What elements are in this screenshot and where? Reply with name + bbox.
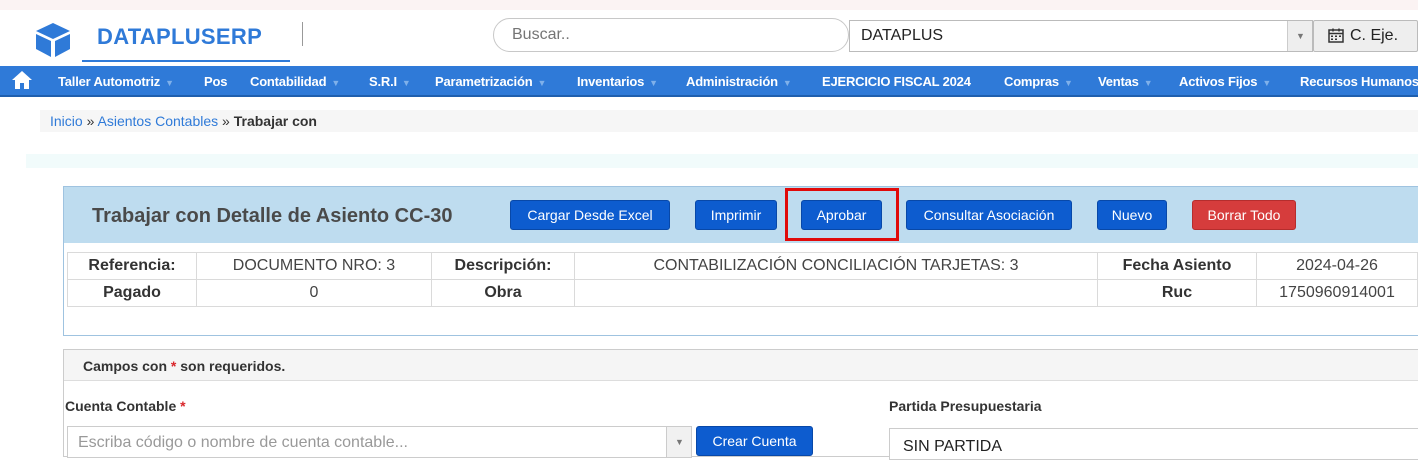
nav-item-ventas[interactable]: Ventas ▼ — [1098, 74, 1153, 89]
main-nav: Taller Automotriz ▼ Pos Contabilidad ▼ S.R… — [0, 66, 1418, 97]
table-row: Pagado 0 Obra Ruc 1750960914001 — [67, 279, 1418, 307]
referencia-value: DOCUMENTO NRO: 3 — [196, 252, 432, 280]
chevron-down-icon: ▼ — [165, 78, 174, 88]
fecha-asiento-value: 2024-04-26 — [1256, 252, 1418, 280]
chevron-down-icon: ▼ — [675, 437, 684, 447]
referencia-label: Referencia: — [67, 252, 197, 280]
chevron-down-icon: ▼ — [649, 78, 658, 88]
breadcrumb-separator: » — [222, 113, 230, 129]
print-button[interactable]: Imprimir — [695, 200, 777, 230]
new-button[interactable]: Nuevo — [1097, 200, 1167, 230]
chevron-down-icon: ▼ — [1063, 78, 1073, 88]
nav-item-pos[interactable]: Pos — [204, 74, 227, 89]
asiento-info-table: Referencia: DOCUMENTO NRO: 3 Descripción… — [67, 252, 1418, 307]
brand-underline — [82, 60, 290, 62]
chevron-down-icon: ▼ — [1262, 78, 1272, 88]
breadcrumb-current: Trabajar con — [233, 113, 317, 129]
nav-item-administracion[interactable]: Administración ▼ — [686, 74, 792, 89]
table-row: Referencia: DOCUMENTO NRO: 3 Descripción… — [67, 252, 1418, 280]
cuenta-contable-select[interactable]: Escriba código o nombre de cuenta contab… — [67, 426, 692, 458]
load-from-excel-button[interactable]: Cargar Desde Excel — [510, 200, 670, 230]
approve-highlight-box — [785, 188, 899, 241]
obra-label: Obra — [431, 279, 575, 307]
nav-item-activos-fijos[interactable]: Activos Fijos ▼ — [1179, 74, 1271, 89]
chevron-down-icon: ▼ — [331, 78, 341, 88]
chevron-down-icon: ▼ — [1143, 78, 1153, 88]
nav-item-sri[interactable]: S.R.I ▼ — [369, 74, 411, 89]
partida-presupuestaria-select[interactable]: SIN PARTIDA — [889, 428, 1418, 460]
nav-item-compras[interactable]: Compras ▼ — [1004, 74, 1073, 89]
chevron-down-icon: ▼ — [782, 78, 792, 88]
brand-name[interactable]: DATAPLUSERP — [97, 24, 262, 50]
cuenta-select-toggle[interactable]: ▼ — [666, 427, 691, 457]
chevron-down-icon: ▼ — [1296, 31, 1305, 41]
nav-item-taller-automotriz[interactable]: Taller Automotriz ▼ — [58, 74, 174, 89]
breadcrumb: Inicio » Asientos Contables » Trabajar c… — [50, 113, 317, 129]
page-title: Trabajar con Detalle de Asiento CC-30 — [92, 205, 453, 227]
create-account-button[interactable]: Crear Cuenta — [696, 426, 813, 456]
descripcion-label: Descripción: — [431, 252, 575, 280]
nav-item-parametrizacion[interactable]: Parametrización ▼ — [435, 74, 546, 89]
partida-presupuestaria-label: Partida Presupuestaria — [889, 398, 1042, 414]
top-strip — [0, 0, 1418, 10]
nav-item-ejercicio-fiscal[interactable]: EJERCICIO FISCAL 2024 — [822, 74, 971, 89]
cuenta-contable-placeholder: Escriba código o nombre de cuenta contab… — [78, 434, 408, 451]
nav-item-inventarios[interactable]: Inventarios ▼ — [577, 74, 658, 89]
breadcrumb-home-link[interactable]: Inicio — [50, 113, 83, 129]
delete-all-button[interactable]: Borrar Todo — [1192, 200, 1296, 230]
consult-association-button[interactable]: Consultar Asociación — [906, 200, 1072, 230]
chevron-down-icon: ▼ — [537, 78, 547, 88]
calendar-icon — [1328, 28, 1344, 47]
nav-item-recursos-humanos[interactable]: Recursos Humanos — [1300, 74, 1418, 89]
home-icon[interactable] — [11, 70, 33, 90]
chevron-down-icon: ▼ — [401, 78, 411, 88]
descripcion-value: CONTABILIZACIÓN CONCILIACIÓN TARJETAS: 3 — [574, 252, 1098, 280]
partida-presupuestaria-value: SIN PARTIDA — [903, 438, 1002, 455]
required-fields-note: Campos con * son requeridos. — [83, 358, 286, 374]
header-divider — [302, 22, 303, 46]
fiscal-year-button[interactable]: C. Eje. — [1313, 20, 1418, 52]
search-input[interactable] — [493, 18, 849, 52]
obra-value — [574, 279, 1098, 307]
company-select[interactable]: DATAPLUS ▼ — [849, 20, 1313, 52]
ruc-label: Ruc — [1097, 279, 1257, 307]
company-select-toggle[interactable]: ▼ — [1287, 21, 1312, 51]
cuenta-contable-label: Cuenta Contable * — [65, 398, 186, 414]
ruc-value: 1750960914001 — [1256, 279, 1418, 307]
breadcrumb-separator: » — [86, 113, 95, 129]
notice-strip — [26, 154, 1418, 168]
pagado-label: Pagado — [67, 279, 197, 307]
fecha-asiento-label: Fecha Asiento — [1097, 252, 1257, 280]
pagado-value: 0 — [196, 279, 432, 307]
fiscal-year-label: C. Eje. — [1350, 27, 1399, 44]
cube-logo-icon[interactable] — [34, 22, 72, 58]
detail-form-header: Campos con * son requeridos. — [64, 350, 1418, 381]
company-select-value: DATAPLUS — [861, 27, 944, 44]
nav-item-contabilidad[interactable]: Contabilidad ▼ — [250, 74, 340, 89]
breadcrumb-asientos-link[interactable]: Asientos Contables — [98, 113, 219, 129]
